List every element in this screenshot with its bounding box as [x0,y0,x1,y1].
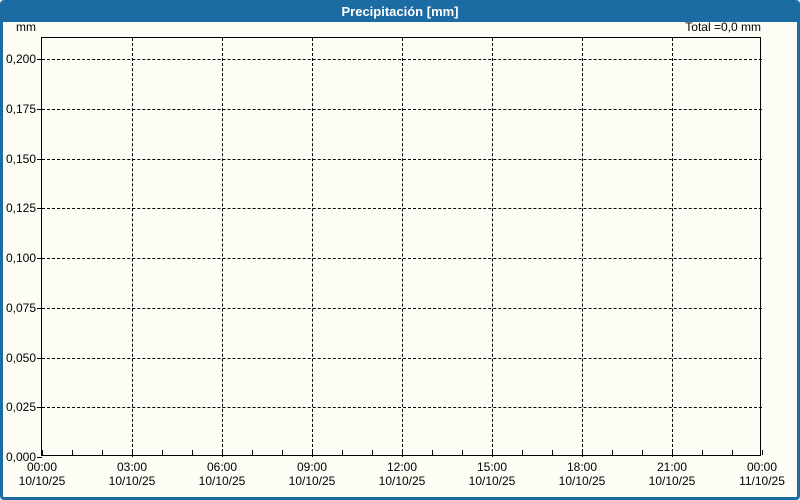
x-tick-date-label: 10/10/25 [198,474,246,488]
x-minor-tick-mark [402,450,403,455]
x-minor-tick-mark [312,450,313,455]
y-tick-label: 0,150 [5,152,36,166]
y-tick-mark [37,358,42,359]
x-tick-date-label: 10/10/25 [18,474,66,488]
x-minor-tick-mark [552,450,553,455]
x-tick-time-label: 21:00 [656,460,688,474]
x-minor-tick-mark [132,450,133,455]
y-axis-unit-label: mm [16,20,36,34]
x-minor-tick-mark [252,450,253,455]
x-tick-time-label: 03:00 [116,460,148,474]
x-tick-date-label: 10/10/25 [468,474,516,488]
x-tick-date-label: 10/10/25 [378,474,426,488]
x-tick-time-label: 12:00 [386,460,418,474]
x-gridline [402,38,403,457]
x-minor-tick-mark [462,450,463,455]
chart-title-bar: Precipitación [mm] [3,0,797,22]
y-tick-mark [37,208,42,209]
total-label: Total =0,0 mm [685,20,761,34]
x-minor-tick-mark [222,450,223,455]
x-tick-date-label: 11/10/25 [739,474,785,488]
y-tick-label: 0,050 [5,351,36,365]
y-tick-label: 0,175 [5,102,36,116]
x-gridline [312,38,313,457]
x-tick-time-label: 00:00 [26,460,58,474]
x-tick-date-label: 10/10/25 [288,474,336,488]
x-minor-tick-mark [702,450,703,455]
x-gridline [582,38,583,457]
x-minor-tick-mark [372,450,373,455]
plot-area: Total =0,0 mm mm 0,200 0,175 0,150 0,125 0,1… [6,20,785,488]
x-minor-tick-mark [102,450,103,455]
x-minor-tick-mark [612,450,613,455]
x-tick-time-label: 00:00 [746,460,778,474]
x-minor-tick-mark [342,450,343,455]
x-tick-time-label: 18:00 [566,460,598,474]
y-tick-mark [37,258,42,259]
y-tick-label: 0,025 [5,400,36,414]
x-minor-tick-mark [282,450,283,455]
x-tick-time-label: 15:00 [476,460,508,474]
y-tick-label: 0,100 [5,251,36,265]
y-tick-mark [37,59,42,60]
x-gridline [492,38,493,457]
x-minor-tick-mark [522,450,523,455]
y-tick-label: 0,075 [5,301,36,315]
y-tick-mark [37,159,42,160]
x-minor-tick-mark [672,450,673,455]
x-gridline [132,38,133,457]
chart-window: Precipitación [mm] Total =0,0 mm mm 0,20… [0,0,800,500]
x-tick-time-label: 09:00 [296,460,328,474]
x-minor-tick-mark [162,450,163,455]
chart-title: Precipitación [mm] [341,3,459,19]
x-minor-tick-mark [732,450,733,455]
x-tick-time-label: 06:00 [206,460,238,474]
x-minor-tick-mark [42,450,43,455]
x-tick-date-label: 10/10/25 [648,474,696,488]
y-tick-mark [37,457,42,458]
y-tick-mark [37,407,42,408]
x-minor-tick-mark [642,450,643,455]
x-tick-date-label: 10/10/25 [108,474,156,488]
y-tick-label: 0,200 [5,52,36,66]
y-tick-mark [37,308,42,309]
x-tick-date-label: 10/10/25 [558,474,606,488]
x-minor-tick-mark [192,450,193,455]
x-gridline [672,38,673,457]
x-minor-tick-mark [492,450,493,455]
x-minor-tick-mark [582,450,583,455]
x-gridline [222,38,223,457]
x-minor-tick-mark [72,450,73,455]
y-tick-label: 0,125 [5,201,36,215]
y-tick-mark [37,109,42,110]
x-minor-tick-mark [762,450,763,455]
x-minor-tick-mark [432,450,433,455]
